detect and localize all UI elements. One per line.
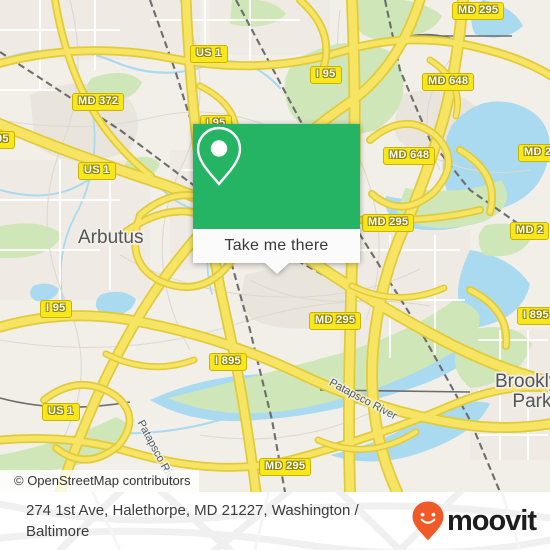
callout-action-area[interactable]: Take me there (193, 229, 360, 263)
road-shield: I 95 (310, 66, 342, 84)
road-shield: MD 648 (383, 147, 436, 165)
road-shield: I 895 (209, 353, 247, 371)
road-shield: MD 295 (259, 458, 312, 476)
road-shield: MD 372 (72, 93, 125, 111)
road-shield: MD 2 (510, 222, 550, 240)
road-shield: US 1 (78, 162, 116, 180)
road-shield: MD 295 (362, 214, 415, 232)
road-shield: I 895 (517, 307, 550, 325)
road-shield: US 1 (190, 45, 228, 63)
road-shield: MD 295 (309, 312, 362, 330)
road-shield: 95 (0, 131, 15, 149)
footer-bar: 274 1st Ave, Halethorpe, MD 21227, Washi… (0, 492, 550, 550)
place-label: BrooklynPark (495, 371, 550, 412)
moovit-wordmark: moovit (446, 504, 537, 537)
moovit-brand[interactable]: moovit (411, 500, 537, 542)
moovit-pin-icon (411, 500, 445, 542)
road-shield: MD 648 (422, 73, 475, 91)
map-screenshot: MD 295 US 1 I 95 MD 648 MD 372 I 95 95 MD 648 MD… (0, 0, 550, 550)
road-shield: MD 2 (518, 144, 550, 162)
take-me-there-label: Take me there (224, 237, 329, 254)
road-shield: MD 295 (452, 2, 505, 20)
osm-attribution[interactable]: © OpenStreetMap contributors (0, 470, 199, 492)
map-canvas[interactable]: MD 295 US 1 I 95 MD 648 MD 372 I 95 95 MD 648 MD… (0, 0, 550, 492)
place-label: Arbutus (78, 227, 144, 248)
callout-image-area (193, 124, 360, 229)
road-shield: US 1 (42, 403, 80, 421)
road-shield: I 95 (40, 300, 72, 318)
location-callout[interactable]: Take me there (193, 124, 360, 274)
address-text: 274 1st Ave, Halethorpe, MD 21227, Washi… (26, 502, 359, 540)
callout-pointer (264, 263, 289, 274)
